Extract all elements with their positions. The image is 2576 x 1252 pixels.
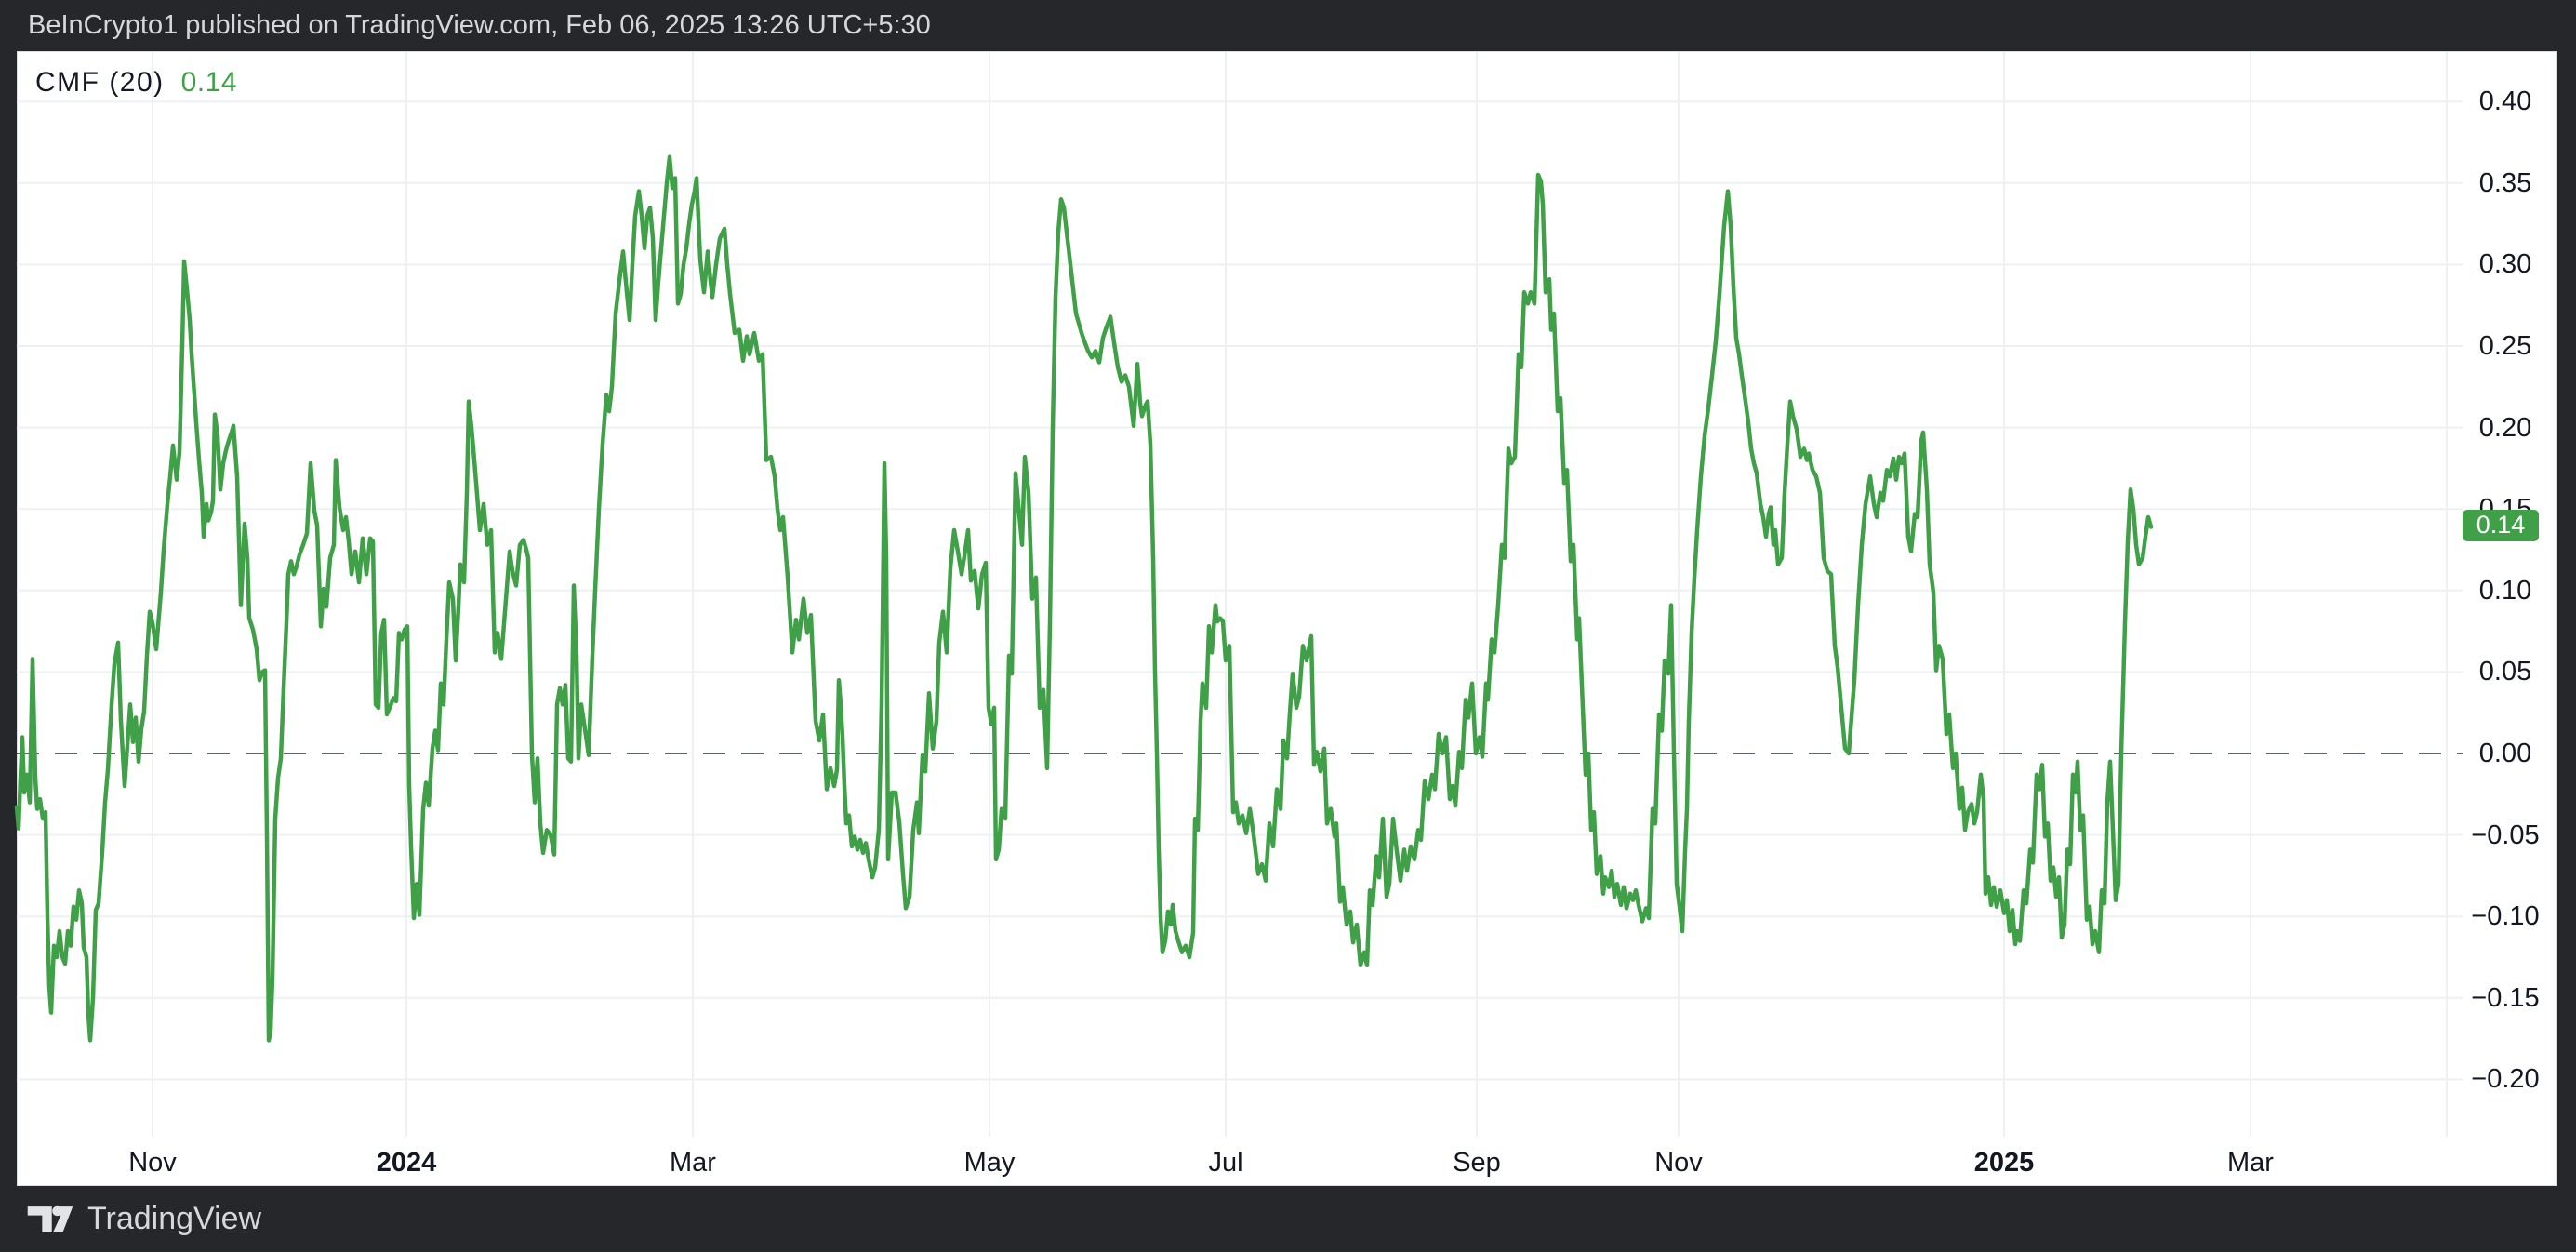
price-scale-label: 0.05	[2466, 656, 2544, 687]
time-scale-label: Mar	[2227, 1148, 2274, 1179]
footer-bar: TradingView	[0, 1186, 2576, 1252]
tradingview-logo-icon[interactable]	[26, 1201, 74, 1238]
cmf-line-chart[interactable]	[0, 0, 2576, 1252]
time-scale-label: Nov	[1654, 1148, 1703, 1179]
price-scale-label: 0.30	[2466, 248, 2544, 280]
price-scale-label: 0.35	[2466, 167, 2544, 199]
price-scale-label: −0.20	[2466, 1063, 2544, 1095]
time-scale-label: Mar	[670, 1148, 716, 1179]
price-scale-label: 0.25	[2466, 330, 2544, 362]
price-scale-label: 0.20	[2466, 412, 2544, 444]
indicator-legend-value: 0.14	[181, 67, 237, 98]
cmf-series-line	[17, 157, 2151, 1041]
time-scale-label: 2025	[1974, 1148, 2035, 1179]
price-scale-label: 0.10	[2466, 575, 2544, 606]
indicator-legend: CMF (20) 0.14	[35, 67, 237, 99]
last-value-badge: 0.14	[2463, 510, 2539, 541]
last-value-badge-text: 0.14	[2476, 511, 2526, 539]
time-scale-label: Sep	[1453, 1148, 1501, 1179]
time-scale-label: 2024	[377, 1148, 437, 1179]
time-scale-label: Nov	[128, 1148, 177, 1179]
price-scale-label: −0.15	[2466, 982, 2544, 1014]
price-scale-label: 0.00	[2466, 738, 2544, 769]
footer-brand-link[interactable]: TradingView	[87, 1201, 261, 1237]
price-scale-label: −0.10	[2466, 900, 2544, 932]
indicator-legend-title: CMF (20)	[35, 67, 165, 98]
time-scale-label: Jul	[1208, 1148, 1242, 1179]
tradingview-snapshot-page: { "header": { "text": "BeInCrypto1 publi…	[0, 0, 2576, 1252]
time-scale-label: May	[964, 1148, 1016, 1179]
price-scale-label: 0.40	[2466, 86, 2544, 117]
price-scale-label: −0.05	[2466, 819, 2544, 851]
